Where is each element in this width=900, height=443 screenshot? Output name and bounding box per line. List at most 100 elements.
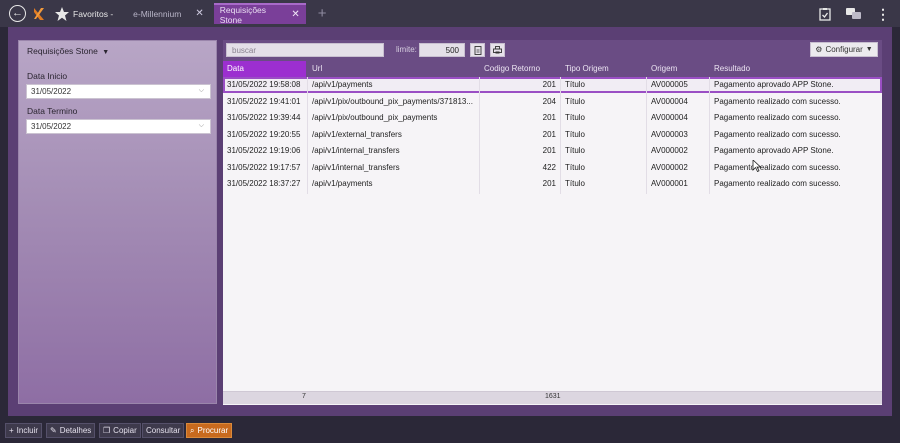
column-divider: [307, 77, 308, 194]
cell-codigo-retorno: 201: [542, 146, 556, 155]
logo-icon: [34, 7, 44, 20]
column-header-codigo-retorno[interactable]: Codigo Retorno: [480, 61, 560, 77]
edit-icon: ✎: [50, 426, 57, 435]
cell-data: 31/05/2022 19:19:06: [227, 146, 301, 155]
filter-title-text: Requisições Stone: [27, 46, 98, 56]
cell-codigo-retorno: 201: [542, 179, 556, 188]
tab-label: e-Millennium: [133, 8, 182, 19]
favorites-menu[interactable]: Favoritos -: [73, 9, 113, 19]
filter-panel: Requisições Stone ▼ Data Inicio 31/05/20…: [18, 40, 217, 404]
procurar-label: Procurar: [197, 426, 229, 435]
cell-url: /api/v1/external_transfers: [312, 129, 402, 139]
add-tab-icon[interactable]: +: [318, 6, 327, 21]
close-icon[interactable]: ✕: [291, 9, 299, 20]
column-divider: [560, 77, 561, 194]
table-row[interactable]: 31/05/2022 19:17:57/api/v1/internal_tran…: [223, 159, 882, 176]
column-divider: [646, 77, 647, 194]
bottom-action-bar: + Incluir ✎ Detalhes ❐ Copiar Consultar …: [0, 419, 900, 443]
cell-resultado: Pagamento aprovado APP Stone.: [714, 80, 834, 89]
cell-tipo-origem: Título: [565, 113, 586, 122]
column-header-url[interactable]: Url: [308, 61, 478, 77]
cell-tipo-origem: Título: [565, 96, 586, 106]
cell-data: 31/05/2022 19:17:57: [227, 162, 301, 172]
cell-url: /api/v1/internal_transfers: [312, 146, 400, 155]
cell-url: /api/v1/pix/outbound_pix_payments: [312, 113, 438, 122]
end-date-label: Data Termino: [27, 106, 78, 116]
incluir-label: Incluir: [16, 426, 39, 435]
cell-resultado: Pagamento realizado com sucesso.: [714, 113, 841, 122]
table-row[interactable]: 31/05/2022 19:39:44/api/v1/pix/outbound_…: [223, 110, 882, 126]
incluir-button[interactable]: + Incluir: [5, 423, 43, 438]
start-date-label: Data Inicio: [27, 71, 68, 81]
start-date-input[interactable]: 31/05/2022 ⌵: [26, 84, 211, 99]
footer-row-count: 7: [302, 393, 306, 400]
cell-origem: AV000002: [651, 162, 688, 172]
cell-resultado: Pagamento aprovado APP Stone.: [714, 146, 834, 155]
cell-origem: AV000005: [651, 80, 688, 89]
table-row[interactable]: 31/05/2022 19:41:01/api/v1/pix/outbound_…: [223, 93, 882, 110]
results-panel: buscar limite: 500 ⚙ Configurar ▼ Data U…: [223, 40, 882, 405]
cell-url: /api/v1/payments: [312, 179, 373, 188]
cell-origem: AV000004: [651, 96, 688, 106]
cell-codigo-retorno: 422: [542, 162, 556, 172]
cell-tipo-origem: Título: [565, 162, 586, 172]
back-icon[interactable]: ←: [9, 5, 26, 22]
limit-label: limite:: [396, 45, 417, 54]
tab-e-millennium[interactable]: e-Millennium ✕: [127, 4, 210, 23]
copiar-button[interactable]: ❐ Copiar: [99, 423, 141, 438]
procurar-button[interactable]: ⌕ Procurar: [186, 423, 233, 438]
chevron-down-icon[interactable]: ⌵: [199, 122, 204, 130]
tab-requisicoes-stone[interactable]: Requisições Stone ✕: [213, 3, 306, 25]
cell-data: 31/05/2022 19:41:01: [227, 96, 301, 106]
top-bar: ← Favoritos - e-Millennium ✕ Requisições…: [0, 0, 900, 27]
start-date-value: 31/05/2022: [31, 87, 72, 96]
search-input[interactable]: buscar: [226, 43, 384, 57]
column-divider: [479, 77, 480, 194]
configure-label: Configurar: [825, 45, 863, 54]
column-header-tipo-origem[interactable]: Tipo Origem: [561, 61, 645, 77]
top-right-tools: ⋮: [818, 0, 900, 27]
limit-input[interactable]: 500: [419, 43, 465, 57]
star-icon[interactable]: [54, 6, 70, 22]
cell-data: 31/05/2022 18:37:27: [227, 179, 301, 188]
main-window: Requisições Stone ▼ Data Inicio 31/05/20…: [8, 27, 892, 416]
table-row[interactable]: 31/05/2022 18:37:27/api/v1/payments 201 Tí…: [223, 176, 882, 192]
table-footer: 7 1631: [223, 391, 882, 404]
filter-title[interactable]: Requisições Stone ▼: [27, 46, 109, 56]
cell-origem: AV000003: [651, 129, 688, 139]
table-row[interactable]: 31/05/2022 19:19:06/api/v1/internal_tran…: [223, 143, 882, 159]
cell-url: /api/v1/internal_transfers: [312, 162, 400, 172]
cell-resultado: Pagamento realizado com sucesso.: [714, 162, 841, 172]
column-header-resultado[interactable]: Resultado: [710, 61, 880, 77]
end-date-input[interactable]: 31/05/2022 ⌵: [26, 119, 211, 134]
print-button[interactable]: [490, 43, 505, 57]
cell-tipo-origem: Título: [565, 80, 586, 89]
cell-codigo-retorno: 201: [542, 80, 556, 89]
cell-data: 31/05/2022 19:58:08: [227, 80, 301, 89]
clipboard-check-icon[interactable]: [818, 7, 832, 21]
cell-resultado: Pagamento realizado com sucesso.: [714, 129, 841, 139]
cell-codigo-retorno: 201: [542, 113, 556, 122]
chat-icon[interactable]: [846, 7, 862, 21]
cell-tipo-origem: Título: [565, 179, 586, 188]
configure-button[interactable]: ⚙ Configurar ▼: [810, 42, 878, 57]
close-icon[interactable]: ✕: [195, 8, 203, 19]
column-header-data[interactable]: Data: [223, 61, 306, 77]
cell-origem: AV000004: [651, 113, 688, 122]
cell-codigo-retorno: 204: [542, 96, 556, 106]
consultar-button[interactable]: Consultar: [142, 423, 185, 438]
detalhes-button[interactable]: ✎ Detalhes: [46, 423, 96, 438]
cell-url: /api/v1/pix/outbound_pix_payments/371813…: [312, 96, 474, 106]
copy-icon: ❐: [103, 426, 111, 435]
plus-icon: +: [9, 426, 14, 435]
more-vertical-icon[interactable]: ⋮: [876, 7, 890, 21]
column-header-origem[interactable]: Origem: [647, 61, 709, 77]
mouse-cursor-icon: [752, 160, 762, 172]
table-row[interactable]: 31/05/2022 19:20:55/api/v1/external_tran…: [223, 126, 882, 143]
table-row[interactable]: 31/05/2022 19:58:08/api/v1/payments 201 Tí…: [223, 77, 882, 93]
cell-data: 31/05/2022 19:39:44: [227, 113, 301, 122]
detalhes-label: Detalhes: [59, 426, 92, 435]
chevron-down-icon[interactable]: ⌵: [199, 87, 204, 95]
export-button[interactable]: [470, 43, 485, 57]
cell-tipo-origem: Título: [565, 146, 586, 155]
